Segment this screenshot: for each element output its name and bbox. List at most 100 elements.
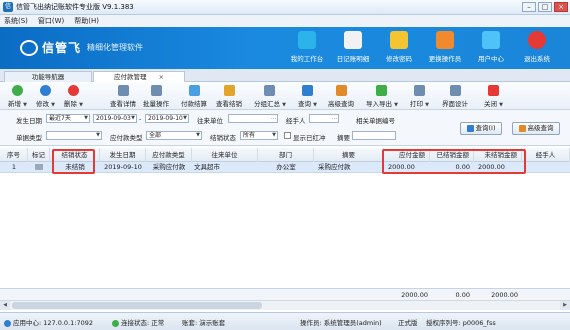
col-date[interactable]: 发生日期 xyxy=(100,148,146,162)
search-icon xyxy=(466,124,474,132)
doc-type-select[interactable]: ▼ xyxy=(46,131,102,140)
summary-input[interactable] xyxy=(352,131,396,140)
date-from-input[interactable]: 2019-09-03 ▼ xyxy=(93,114,137,123)
date-from-value: 2019-09-03 xyxy=(96,115,131,122)
nav-journal[interactable]: 日记账明细 xyxy=(330,31,376,63)
horizontal-scrollbar[interactable]: ◀ ▶ xyxy=(0,300,570,310)
menu-help[interactable]: 帮助(H) xyxy=(74,16,99,26)
connection-text: 连接状态: 正常 xyxy=(121,319,165,327)
handler-input[interactable]: … xyxy=(309,114,339,123)
scroll-left-icon[interactable]: ◀ xyxy=(0,301,10,310)
filter-panel: 发生日期 最近7天 ▼ 2019-09-03 ▼ - 2019-09-10 ▼ 往来单… xyxy=(0,110,570,146)
edit-icon xyxy=(39,85,51,96)
batch-label: 批量操作 xyxy=(143,100,169,108)
import-export-button[interactable]: 导入导出 ▼ xyxy=(366,85,398,108)
pay-type-label: 应付款类型 xyxy=(110,134,143,142)
pay-type-select[interactable]: 全部 ▼ xyxy=(146,131,202,140)
nav-user-center[interactable]: 用户中心 xyxy=(468,31,514,63)
edit-label: 修改 xyxy=(36,100,49,108)
advanced-query-submit-button[interactable]: 高级查询 xyxy=(512,122,560,135)
print-button[interactable]: 打印 ▼ xyxy=(410,85,429,108)
ellipsis-icon[interactable]: … xyxy=(271,115,276,122)
tab-label: 应付款管理 xyxy=(114,73,147,81)
date-separator: - xyxy=(139,115,142,123)
group-summary-label: 分组汇总 xyxy=(254,100,280,108)
close-page-button[interactable]: 关闭 ▼ xyxy=(484,85,503,108)
app-logo-icon: 信 xyxy=(3,2,13,12)
delete-button[interactable]: 删除 ▼ xyxy=(64,85,83,108)
view-settle-label: 查看结销 xyxy=(216,100,242,108)
nav-workbench[interactable]: 我的工作台 xyxy=(284,31,330,63)
cell-dealer: 文具超市 xyxy=(194,163,220,171)
window-controls: – □ × xyxy=(522,2,568,12)
date-to-value: 2019-09-10 xyxy=(148,115,183,122)
cell-mark[interactable] xyxy=(28,162,50,173)
dealer-input[interactable]: … xyxy=(228,114,278,123)
view-details-button[interactable]: 查看详情 xyxy=(110,85,136,108)
advanced-query-button[interactable]: 高级查询 xyxy=(328,85,354,108)
close-icon[interactable]: × xyxy=(554,2,568,12)
query-label: 查询 xyxy=(298,100,311,108)
account-status: 账套: 演示账套 xyxy=(182,319,226,327)
user-switch-icon xyxy=(436,31,454,49)
tab-navigator[interactable]: 功能导航器 xyxy=(4,71,92,82)
maximize-icon[interactable]: □ xyxy=(538,2,552,12)
payables-grid: 序号 标记 结销状态 发生日期 应付款类型 往来单位 部门 摘要 应付金额 已结… xyxy=(0,148,570,288)
ellipsis-icon[interactable]: … xyxy=(332,115,337,122)
view-settle-button[interactable]: 查看结销 xyxy=(216,85,242,108)
calendar-icon: ▼ xyxy=(131,115,135,121)
minimize-icon[interactable]: – xyxy=(522,2,536,12)
show-red-checkbox[interactable] xyxy=(284,132,291,139)
col-dept[interactable]: 部门 xyxy=(258,148,314,162)
server-status: 应用中心: 127.0.0.1:7092 xyxy=(4,317,93,327)
cell-type: 采购应付款 xyxy=(152,163,186,171)
edit-button[interactable]: 修改 ▼ xyxy=(36,85,55,108)
col-type[interactable]: 应付款类型 xyxy=(146,148,192,162)
handler-label: 经手人 xyxy=(286,117,306,125)
license-status: 授权序列号: p0006_fss xyxy=(426,319,496,327)
add-label: 新增 xyxy=(8,100,21,108)
date-range-select[interactable]: 最近7天 ▼ xyxy=(46,114,90,123)
payment-settle-button[interactable]: 付款结算 xyxy=(181,85,207,108)
col-summary[interactable]: 摘要 xyxy=(314,148,384,162)
nav-label: 退出系统 xyxy=(524,55,550,63)
print-label: 打印 xyxy=(410,100,423,108)
scroll-thumb[interactable] xyxy=(12,302,262,309)
tab-payables[interactable]: 应付款管理 × xyxy=(93,71,185,82)
col-seq[interactable]: 序号 xyxy=(0,148,28,162)
add-button[interactable]: 新增 ▼ xyxy=(8,85,27,108)
nav-change-password[interactable]: 修改密码 xyxy=(376,31,422,63)
power-icon xyxy=(528,31,546,49)
query-submit-button[interactable]: 查询(I) xyxy=(460,122,502,135)
nav-exit[interactable]: 退出系统 xyxy=(514,31,560,63)
connection-ok-icon xyxy=(112,319,119,327)
col-handler[interactable]: 经手人 xyxy=(522,148,570,162)
col-mark[interactable]: 标记 xyxy=(28,148,50,162)
show-red-label: 显示已红冲 xyxy=(293,134,326,142)
user-center-icon xyxy=(482,31,500,49)
server-icon xyxy=(4,319,11,327)
batch-button[interactable]: 批量操作 xyxy=(143,85,169,108)
ui-design-button[interactable]: 界面设计 xyxy=(442,85,468,108)
close-page-label: 关闭 xyxy=(484,100,497,108)
print-icon xyxy=(413,85,425,96)
cell-seq: 1 xyxy=(11,163,17,171)
scroll-right-icon[interactable]: ▶ xyxy=(560,301,570,310)
header-banner: 信管飞 精细化管理软件 我的工作台 日记账明细 修改密码 更换操作员 用户中心 … xyxy=(0,27,570,69)
import-export-label: 导入导出 xyxy=(366,100,392,108)
brand-logo: 信管飞 精细化管理软件 xyxy=(20,39,143,56)
settle-status-select[interactable]: 所有 ▼ xyxy=(240,131,278,140)
add-icon xyxy=(11,85,23,96)
query-button[interactable]: 查询 ▼ xyxy=(298,85,317,108)
tab-close-icon[interactable]: × xyxy=(159,73,164,81)
group-summary-button[interactable]: 分组汇总 ▼ xyxy=(254,85,286,108)
col-dealer[interactable]: 往来单位 xyxy=(192,148,258,162)
nav-switch-operator[interactable]: 更换操作员 xyxy=(422,31,468,63)
import-export-icon xyxy=(376,85,388,96)
nav-label: 我的工作台 xyxy=(290,55,324,63)
menu-system[interactable]: 系统(S) xyxy=(4,16,28,26)
status-bar: 应用中心: 127.0.0.1:7092 连接状态: 正常 账套: 演示账套 操… xyxy=(0,312,570,330)
menu-bar: 系统(S) 窗口(W) 帮助(H) xyxy=(0,15,570,27)
menu-window[interactable]: 窗口(W) xyxy=(38,16,64,26)
date-to-input[interactable]: 2019-09-10 ▼ xyxy=(145,114,189,123)
